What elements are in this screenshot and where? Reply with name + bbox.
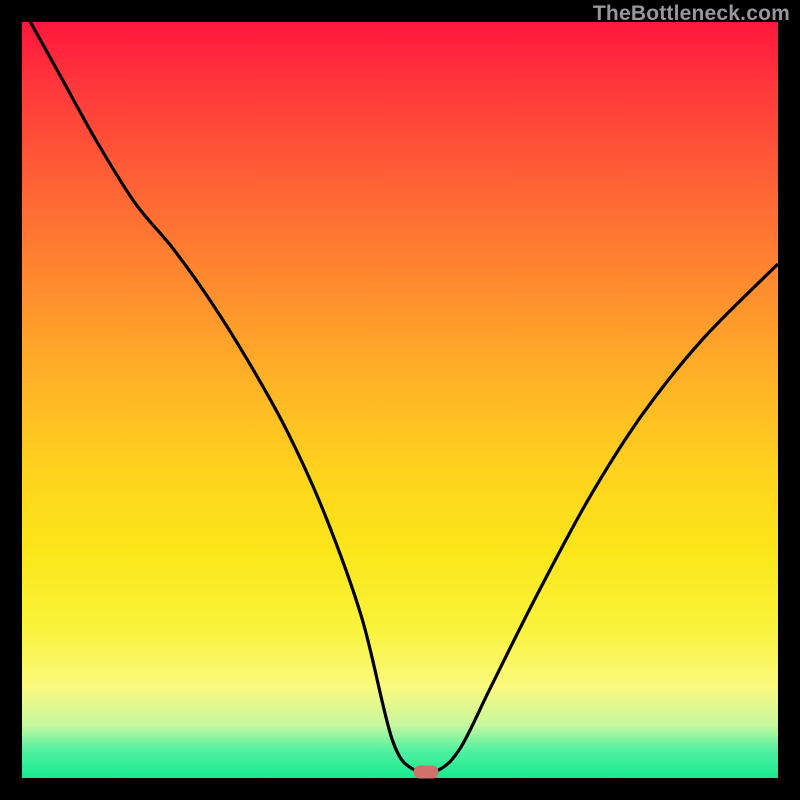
chart-frame: TheBottleneck.com xyxy=(0,0,800,800)
curve-path xyxy=(22,22,778,774)
chart-plot-area xyxy=(22,22,778,778)
min-marker xyxy=(414,765,439,778)
chart-curve xyxy=(22,22,778,778)
